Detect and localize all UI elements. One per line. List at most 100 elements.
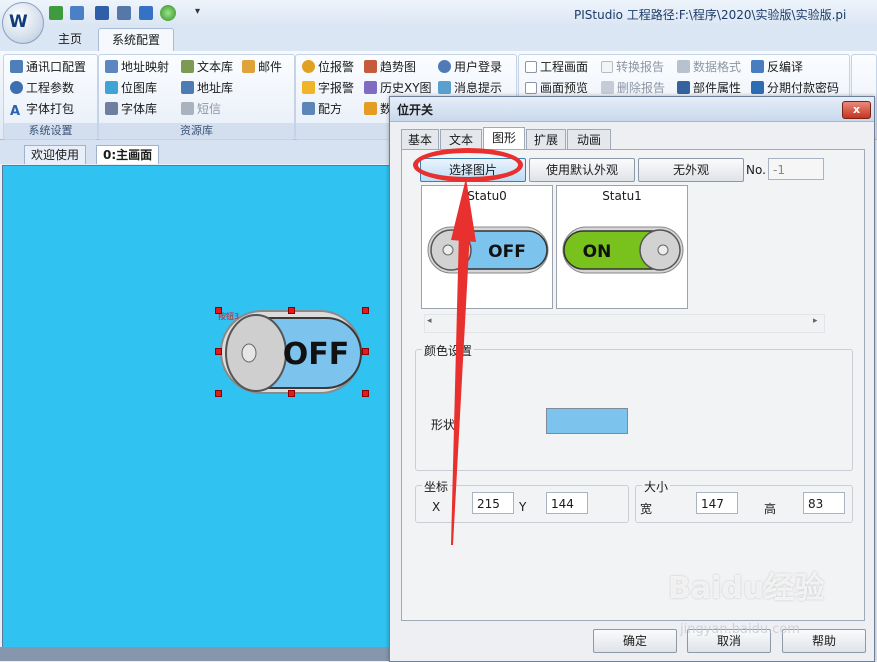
tab-text[interactable]: 文本 — [440, 129, 482, 150]
state-1-preview[interactable]: Statu1 ON — [556, 185, 688, 309]
watermark-url: jingyan.baidu.com — [680, 622, 800, 637]
on-switch-text: ON — [583, 242, 612, 262]
tab-extend[interactable]: 扩展 — [526, 129, 566, 150]
screen-preview-button[interactable]: 画面预览 — [525, 78, 588, 98]
message-icon — [438, 81, 451, 94]
app-logo-text: W — [9, 12, 28, 32]
open-icon[interactable] — [70, 6, 84, 20]
properties-icon — [677, 81, 690, 94]
history-xy-button[interactable]: 历史XY图 — [364, 78, 432, 98]
ribbon-tab-row: 主页 系统配置 — [0, 28, 877, 51]
word-alarm-button[interactable]: 字报警 — [302, 78, 354, 98]
installment-password-button[interactable]: 分期付款密码 — [751, 78, 839, 98]
tab-animation[interactable]: 动画 — [567, 129, 611, 150]
address-lib-icon — [181, 81, 194, 94]
resize-handle[interactable] — [362, 307, 369, 314]
user-login-button[interactable]: 用户登录 — [438, 57, 502, 77]
annotation-arrow — [451, 178, 476, 545]
address-mapping-button[interactable]: 地址映射 — [105, 57, 169, 77]
font-library-button[interactable]: 字体库 — [105, 99, 157, 119]
quick-access-dropdown-icon[interactable]: ▾ — [195, 6, 200, 17]
sms-button[interactable]: 短信 — [181, 99, 221, 119]
resize-handle[interactable] — [362, 348, 369, 355]
password-icon — [751, 81, 764, 94]
comm-port-config-button[interactable]: 通讯口配置 — [10, 57, 86, 77]
mail-icon — [242, 60, 255, 73]
bit-alarm-button[interactable]: 位报警 — [302, 57, 354, 77]
save-as-icon[interactable] — [117, 6, 131, 20]
data-format-button[interactable]: 数据格式 — [677, 57, 741, 77]
recipe-icon — [302, 102, 315, 115]
y-label: Y — [519, 500, 527, 514]
data-icon — [364, 102, 377, 115]
scroll-right-icon[interactable]: ▸ — [813, 316, 818, 326]
resize-handle[interactable] — [215, 348, 222, 355]
download-icon[interactable] — [139, 6, 153, 20]
resize-handle[interactable] — [362, 390, 369, 397]
sms-icon — [181, 102, 194, 115]
ok-button[interactable]: 确定 — [593, 629, 677, 653]
window-title: PIStudio 工程路径:F:\程序\2020\实验版\实验版.pi — [574, 8, 847, 22]
height-label: 高 — [764, 502, 777, 516]
group-system-settings: 通讯口配置 工程参数 A 字体打包 系统设置 — [3, 54, 98, 140]
resize-handle[interactable] — [215, 390, 222, 397]
tab-basic[interactable]: 基本 — [401, 129, 439, 150]
message-tip-button[interactable]: 消息提示 — [438, 78, 502, 98]
comm-port-icon — [10, 60, 23, 73]
resize-handle[interactable] — [215, 307, 222, 314]
data-record-button[interactable]: 数 — [364, 99, 392, 119]
project-screen-button[interactable]: 工程画面 — [525, 57, 588, 77]
tab-welcome[interactable]: 欢迎使用 — [24, 145, 87, 164]
new-icon[interactable] — [49, 6, 63, 20]
bitmap-icon — [105, 81, 118, 94]
xy-chart-icon — [364, 81, 377, 94]
decompile-icon — [751, 60, 764, 73]
preview-scrollbar[interactable]: ◂ ▸ — [424, 314, 825, 333]
component-properties-button[interactable]: 部件属性 — [677, 78, 741, 98]
group-title: 系统设置 — [4, 123, 97, 139]
tab-graphic[interactable]: 图形 — [483, 127, 525, 151]
use-default-appearance-button[interactable]: 使用默认外观 — [529, 158, 635, 182]
scroll-left-icon[interactable]: ◂ — [427, 316, 432, 326]
save-icon[interactable] — [95, 6, 109, 20]
no-appearance-button[interactable]: 无外观 — [638, 158, 744, 182]
checkbox-icon — [601, 61, 613, 73]
design-canvas[interactable] — [2, 165, 392, 648]
size-legend: 大小 — [642, 478, 671, 495]
text-lib-icon — [181, 60, 194, 73]
document-tabs: 欢迎使用 0:主画面 — [0, 140, 390, 164]
color-settings-group: 颜色设置 形状 — [415, 342, 853, 471]
x-label: X — [432, 500, 441, 514]
project-params-button[interactable]: 工程参数 — [10, 78, 74, 98]
recipe-button[interactable]: 配方 — [302, 99, 342, 119]
text-library-button[interactable]: 文本库 — [181, 57, 233, 77]
alarm-icon — [302, 60, 315, 73]
resize-handle[interactable] — [288, 307, 295, 314]
width-field[interactable]: 147 — [696, 492, 738, 514]
bitmap-library-button[interactable]: 位图库 — [105, 78, 157, 98]
mapping-icon — [105, 60, 118, 73]
y-field[interactable]: 144 — [546, 492, 588, 514]
convert-report-button[interactable]: 转换报告 — [601, 57, 664, 77]
address-library-button[interactable]: 地址库 — [181, 78, 233, 98]
height-field[interactable]: 83 — [803, 492, 845, 514]
mail-button[interactable]: 邮件 — [242, 57, 282, 77]
data-format-icon — [677, 60, 690, 73]
app-logo[interactable]: W — [2, 2, 44, 44]
no-field[interactable]: -1 — [768, 158, 824, 180]
tab-home[interactable]: 主页 — [44, 28, 96, 50]
simulate-icon[interactable] — [160, 5, 176, 21]
trend-chart-button[interactable]: 趋势图 — [364, 57, 416, 77]
tab-main-screen[interactable]: 0:主画面 — [96, 145, 160, 164]
size-group: 大小 宽 147 高 83 — [635, 478, 853, 523]
close-button[interactable]: x — [842, 101, 871, 119]
shape-color-swatch[interactable] — [546, 408, 628, 434]
decompile-button[interactable]: 反编译 — [751, 57, 803, 77]
user-icon — [438, 60, 451, 73]
tab-system-config[interactable]: 系统配置 — [98, 28, 174, 51]
font-pack-button[interactable]: A 字体打包 — [10, 99, 74, 119]
dialog-title: 位开关 — [397, 103, 434, 117]
group-resource-library: 地址映射 位图库 字体库 文本库 地址库 短信 邮件 资源库 — [98, 54, 295, 140]
delete-report-button[interactable]: 删除报告 — [601, 78, 665, 98]
resize-handle[interactable] — [288, 390, 295, 397]
